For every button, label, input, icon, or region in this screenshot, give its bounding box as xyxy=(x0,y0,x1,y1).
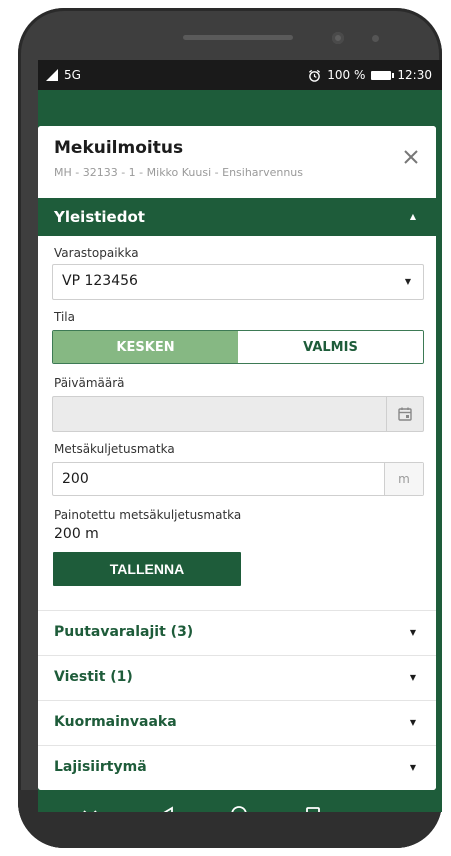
chevron-down-icon: ▼ xyxy=(409,718,416,727)
dialog-subtitle: MH - 32133 - 1 - Mikko Kuusi - Ensiharve… xyxy=(54,166,303,179)
back-icon[interactable] xyxy=(152,802,182,812)
storage-label: Varastopaikka xyxy=(54,246,139,260)
chevron-down-icon: ▼ xyxy=(409,628,416,637)
state-toggle: KESKEN VALMIS xyxy=(52,330,424,364)
distance-input[interactable]: 200 m xyxy=(52,462,424,496)
sensor-icon xyxy=(372,35,379,42)
dialog-header: Mekuilmoitus MH - 32133 - 1 - Mikko Kuus… xyxy=(38,126,436,198)
clock: 12:30 xyxy=(397,68,432,82)
chevron-down-icon: ▼ xyxy=(404,277,411,286)
section-puutavaralajit[interactable]: Puutavaralajit (3) ▼ xyxy=(38,610,436,655)
android-nav-bar xyxy=(38,790,442,812)
chevron-up-icon: ▲ xyxy=(409,212,416,221)
section-kuormainvaaka-label: Kuormainvaaka xyxy=(54,714,177,730)
chevron-down-icon: ▼ xyxy=(409,673,416,682)
camera-icon xyxy=(332,32,344,44)
state-kesken-button[interactable]: KESKEN xyxy=(53,331,238,363)
weighted-distance-value: 200 m xyxy=(54,526,99,542)
date-field[interactable] xyxy=(52,396,424,432)
storage-select[interactable]: VP 123456 ▼ xyxy=(52,264,424,300)
dialog-title: Mekuilmoitus xyxy=(54,138,184,158)
chevron-down-icon: ▼ xyxy=(409,763,416,772)
section-viestit-label: Viestit (1) xyxy=(54,669,133,685)
dialog-card: Mekuilmoitus MH - 32133 - 1 - Mikko Kuus… xyxy=(38,126,436,790)
status-bar: 5G 100 % 12:30 xyxy=(38,60,442,90)
signal-icon xyxy=(46,69,58,81)
section-viestit[interactable]: Viestit (1) ▼ xyxy=(38,655,436,700)
section-lajisiirtyma-label: Lajisiirtymä xyxy=(54,759,147,775)
battery-icon xyxy=(371,70,395,80)
calendar-icon[interactable] xyxy=(386,397,423,431)
app-background: Mekuilmoitus MH - 32133 - 1 - Mikko Kuus… xyxy=(38,90,442,812)
screen: 5G 100 % 12:30 Mekuilmoitus MH - 32133 -… xyxy=(38,60,442,812)
recents-icon[interactable] xyxy=(298,802,328,812)
distance-label: Metsäkuljetusmatka xyxy=(54,442,175,456)
date-label: Päivämäärä xyxy=(54,376,125,390)
distance-value: 200 xyxy=(62,471,89,487)
battery-percent: 100 % xyxy=(327,68,366,82)
home-icon[interactable] xyxy=(224,802,254,812)
close-icon[interactable] xyxy=(400,146,422,168)
section-yleistiedot-header[interactable]: Yleistiedot ▲ xyxy=(38,198,436,236)
state-label: Tila xyxy=(54,310,75,324)
section-yleistiedot-label: Yleistiedot xyxy=(54,208,145,226)
alarm-icon xyxy=(309,69,321,82)
storage-value: VP 123456 xyxy=(62,273,138,289)
distance-unit: m xyxy=(384,463,423,495)
network-label: 5G xyxy=(64,68,81,82)
weighted-distance-label: Painotettu metsäkuljetusmatka xyxy=(54,508,242,522)
section-puutavaralajit-label: Puutavaralajit (3) xyxy=(54,624,194,640)
state-valmis-button[interactable]: VALMIS xyxy=(238,331,423,363)
section-lajisiirtyma[interactable]: Lajisiirtymä ▼ xyxy=(38,745,436,790)
save-button[interactable]: TALLENNA xyxy=(53,552,241,586)
speaker-grille xyxy=(183,35,293,40)
section-kuormainvaaka[interactable]: Kuormainvaaka ▼ xyxy=(38,700,436,745)
chevron-down-icon[interactable] xyxy=(75,802,105,812)
